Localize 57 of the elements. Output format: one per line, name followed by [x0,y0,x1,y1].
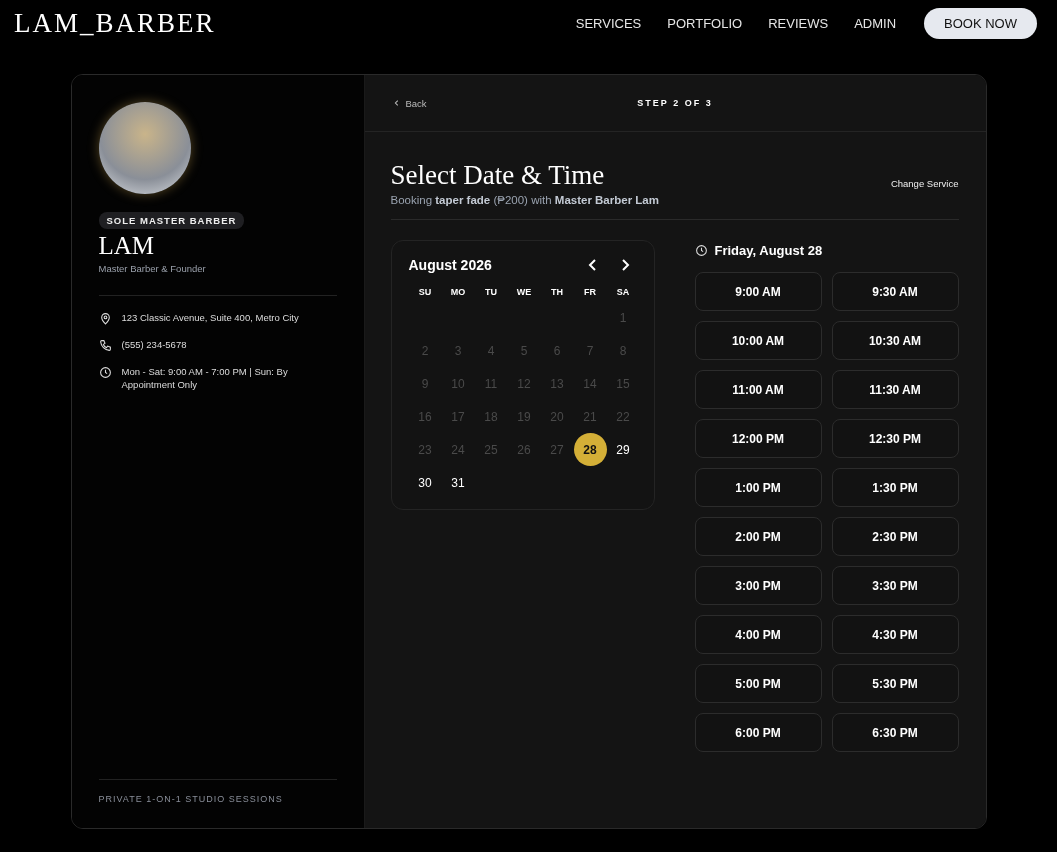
time-slot-button[interactable]: 2:30 PM [831,517,959,556]
time-slot-button[interactable]: 5:00 PM [694,664,822,703]
time-slot-button[interactable]: 5:30 PM [831,664,959,703]
booking-summary: Booking taper fade (₱200) with Master Barber Lam [390,194,659,206]
calendar-day[interactable]: 29 [615,433,631,466]
previous-month-icon[interactable] [586,257,599,273]
weekday-label: TH [550,286,564,299]
location-pin-icon [98,312,112,325]
role-badge: SOLE MASTER BARBER [98,212,245,229]
back-link[interactable]: Back [392,97,453,109]
clock-icon [98,366,112,379]
site-logo[interactable]: LAM_BARBER [14,7,216,39]
sessions-note: PRIVATE 1-ON-1 STUDIO SESSIONS [98,794,283,804]
time-slot-button[interactable]: 9:00 AM [694,272,822,311]
time-slot-button[interactable]: 10:30 AM [831,321,959,360]
change-service-link[interactable]: Change Service [890,177,959,189]
weekday-label: TU [484,286,498,299]
clock-icon [694,243,708,257]
time-slot-button[interactable]: 12:30 PM [831,419,959,458]
nav-link[interactable]: PORTFOLIO [667,15,743,31]
time-slot-button[interactable]: 12:00 PM [694,419,822,458]
time-slot-button[interactable]: 3:30 PM [831,566,959,605]
time-slot-button[interactable]: 11:00 AM [694,370,822,409]
calendar-day[interactable]: 31 [450,466,466,499]
nav-link[interactable]: SERVICES [575,15,642,31]
page-title: Select Date & Time [390,160,606,191]
chevron-left-icon[interactable] [392,99,401,107]
barber-title: Master Barber & Founder [98,263,206,274]
time-slot-button[interactable]: 4:00 PM [694,615,822,654]
time-slot-button[interactable]: 6:00 PM [694,713,822,752]
time-slot-button[interactable]: 3:00 PM [694,566,822,605]
calendar-day[interactable]: 28 [573,433,607,466]
book-now-button[interactable]: BOOK NOW [924,7,1037,39]
contact-text: 123 Classic Avenue, Suite 400, Metro City [121,312,299,325]
time-slot-button[interactable]: 9:30 AM [831,272,959,311]
weekday-label: FR [583,286,597,299]
time-slot-button[interactable]: 1:30 PM [831,468,959,507]
time-slot-button[interactable]: 6:30 PM [831,713,959,752]
selected-date: Friday, August 28 [714,242,823,258]
phone-icon [98,339,112,352]
time-slot-button[interactable]: 4:30 PM [831,615,959,654]
time-slot-button[interactable]: 10:00 AM [694,321,822,360]
calendar-day[interactable]: 30 [417,466,433,499]
weekday-label: MO [449,286,467,299]
weekday-label: SU [417,286,433,299]
time-slot-button[interactable]: 2:00 PM [694,517,822,556]
nav-link[interactable]: REVIEWS [768,15,829,31]
barber-name: LAM [98,232,155,260]
time-slot-button[interactable]: 11:30 AM [831,370,959,409]
nav-link[interactable]: ADMIN [854,15,897,31]
weekday-label: SA [615,286,631,299]
step-indicator: STEP 2 OF 3 [637,98,713,108]
contact-text: (555) 234-5678 [121,339,187,352]
weekday-label: WE [515,286,533,299]
month-label: August 2026 [408,257,492,273]
contact-text: Mon - Sat: 9:00 AM - 7:00 PM | Sun: By Appointment Only [121,366,289,392]
time-slot-button[interactable]: 1:00 PM [694,468,822,507]
